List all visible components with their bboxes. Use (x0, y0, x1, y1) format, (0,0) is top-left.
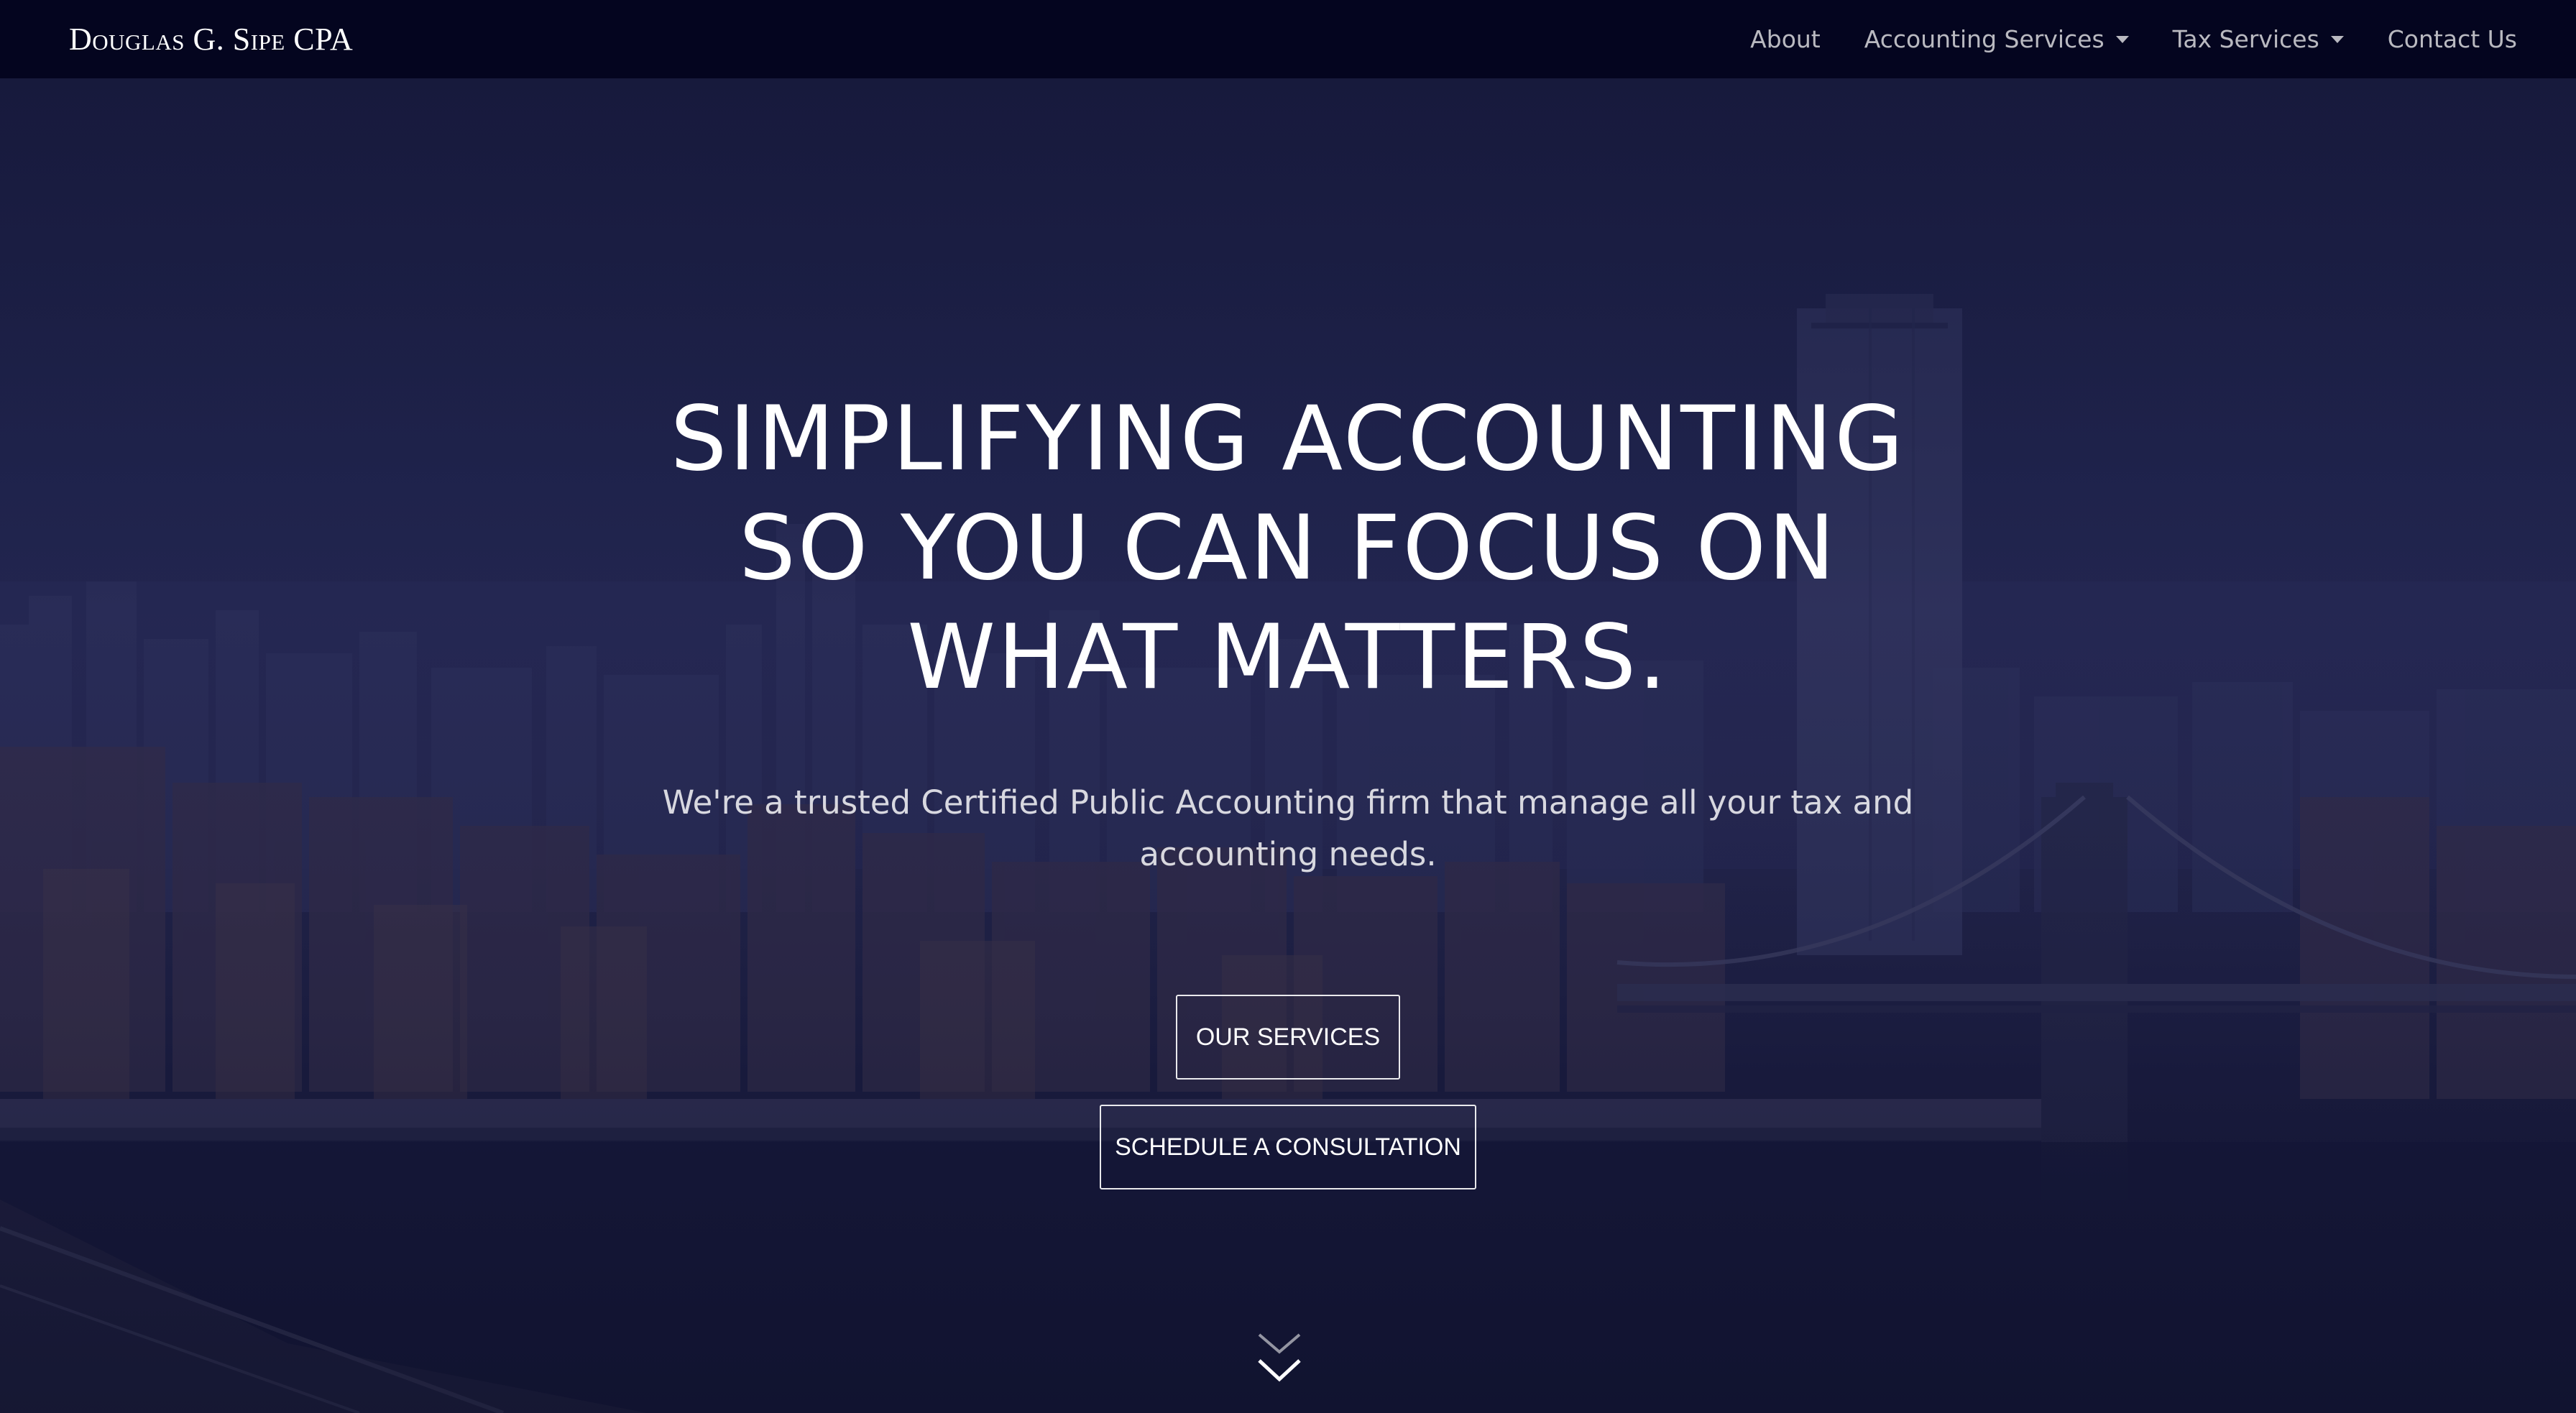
nav-item-tax-services[interactable]: Tax Services (2173, 25, 2344, 53)
nav-item-contact-us[interactable]: Contact Us (2388, 25, 2517, 53)
nav-item-label: Contact Us (2387, 25, 2517, 53)
double-chevron-down-icon[interactable] (1256, 1329, 1302, 1394)
hero-subtext: We're a trusted Certified Public Account… (605, 777, 1971, 880)
headline-line: So You Can Focus On (739, 497, 1837, 600)
hero-headline: Simplifying Accounting So You Can Focus O… (533, 385, 2043, 712)
nav-item-label: Accounting Services (1864, 25, 2104, 53)
caret-down-icon (2115, 35, 2129, 43)
subtext-line: We're a trusted Certified Public Account… (662, 783, 1914, 821)
subtext-line: accounting needs. (1139, 835, 1437, 873)
headline-line: What Matters. (907, 606, 1669, 709)
our-services-button[interactable]: Our Services (1176, 995, 1400, 1080)
hero-section: Simplifying Accounting So You Can Focus O… (0, 78, 2576, 1413)
nav-item-accounting-services[interactable]: Accounting Services (1864, 25, 2129, 53)
brand-logo[interactable]: Douglas G. Sipe CPA (69, 21, 353, 57)
headline-line: Simplifying Accounting (670, 387, 1906, 491)
navbar: Douglas G. Sipe CPA About Accounting Ser… (0, 0, 2576, 78)
nav-item-about[interactable]: About (1750, 25, 1821, 53)
nav-item-label: About (1750, 25, 1821, 53)
nav-menu: About Accounting Services Tax Services C… (1706, 25, 2517, 53)
hero-overlay (0, 78, 2576, 1413)
caret-down-icon (2330, 35, 2344, 43)
schedule-consultation-button[interactable]: Schedule a Consultation (1100, 1105, 1476, 1189)
nav-item-label: Tax Services (2172, 25, 2319, 53)
